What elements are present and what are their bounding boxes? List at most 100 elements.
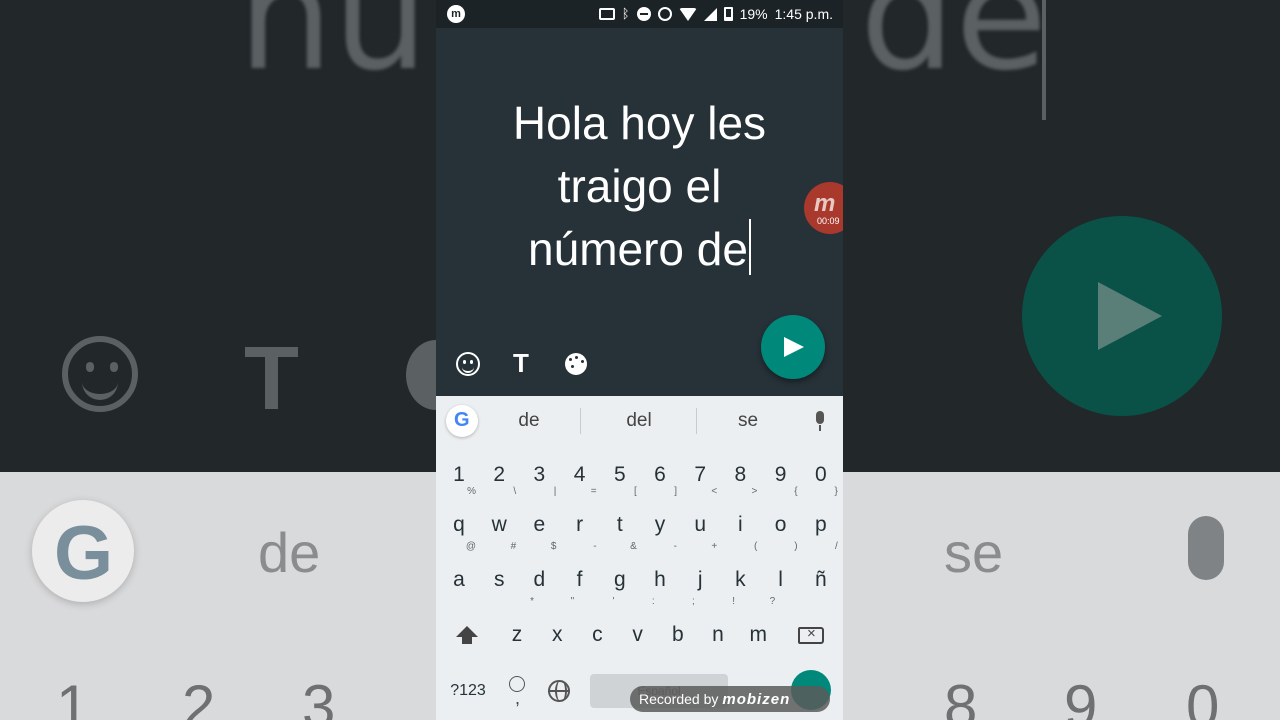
key-hint: <: [711, 486, 718, 497]
key-label: z: [511, 623, 523, 646]
key-label: 2: [493, 463, 506, 486]
key-label: s: [493, 568, 505, 591]
bg-cursor: [1042, 0, 1046, 120]
key-label: t: [616, 513, 623, 536]
key[interactable]: m?: [738, 597, 778, 660]
key-hint: +: [711, 541, 718, 552]
send-icon: [784, 337, 804, 357]
key-label: a: [453, 568, 465, 591]
suggestion-divider: [580, 408, 581, 434]
key-label: i: [738, 513, 743, 536]
key-label: b: [671, 623, 684, 646]
send-button[interactable]: [761, 315, 825, 379]
backspace-key[interactable]: ×: [798, 625, 824, 644]
key[interactable]: c ': [577, 597, 617, 660]
key-hint: !: [732, 596, 735, 607]
battery-icon: [723, 7, 733, 21]
key-label: 3: [533, 463, 546, 486]
bg-text-right: de: [860, 0, 1048, 104]
key[interactable]: ñ /: [801, 542, 841, 605]
status-bar: m ᛒ 19% 1:45 p.m.: [436, 0, 843, 28]
watermark-brand: mobizen: [722, 691, 791, 708]
key-hint: >: [751, 486, 758, 497]
key-hint: ): [794, 541, 798, 552]
comma-key[interactable]: ,: [515, 688, 520, 709]
key-label: p: [814, 513, 827, 536]
key-hint: -: [673, 541, 677, 552]
key-hint: /: [835, 541, 838, 552]
key-label: x: [551, 623, 563, 646]
bg-mic-icon: [1188, 516, 1224, 580]
key-hint: |: [553, 486, 557, 497]
key[interactable]: z *: [497, 597, 537, 660]
emoji-icon[interactable]: [456, 352, 480, 376]
suggestion-2[interactable]: del: [612, 410, 666, 432]
key[interactable]: v:: [618, 597, 658, 660]
key-label: c: [592, 623, 603, 646]
key-label: u: [694, 513, 707, 536]
google-button[interactable]: G: [446, 405, 478, 437]
text-cursor: [748, 219, 751, 275]
key-label: 1: [453, 463, 465, 486]
key-label: 5: [613, 463, 626, 486]
key[interactable]: l): [761, 542, 801, 605]
key[interactable]: j +: [680, 542, 720, 605]
bg-suggestion-right: se: [944, 521, 1004, 584]
symbols-key[interactable]: ?123: [446, 666, 490, 716]
suggestion-divider: [696, 408, 697, 434]
google-icon: G: [454, 409, 470, 431]
key[interactable]: f-: [560, 542, 600, 605]
key[interactable]: s #: [479, 542, 519, 605]
bg-digit: 8: [944, 673, 978, 720]
bg-text-tool-icon: T: [244, 329, 299, 429]
text-style-button[interactable]: T: [513, 348, 529, 379]
shift-key[interactable]: [456, 626, 478, 646]
key-label: n: [712, 623, 724, 646]
suggestion-1[interactable]: de: [502, 410, 556, 432]
key[interactable]: a @: [439, 542, 479, 605]
key[interactable]: n!: [698, 597, 738, 660]
key-hint: }: [834, 486, 838, 497]
bg-google-letter: G: [54, 511, 114, 596]
message-line-3-text: número de: [528, 223, 748, 275]
status-text-input[interactable]: Hola hoy les traigo el número de: [436, 92, 843, 281]
bg-digit: 1: [56, 673, 90, 720]
key-label: 8: [734, 463, 747, 486]
key-label: ñ: [814, 568, 827, 591]
key-label: 4: [573, 463, 586, 486]
key[interactable]: b;: [658, 597, 698, 660]
wifi-icon: [678, 7, 697, 21]
recording-timer: 00:09: [817, 216, 840, 226]
bg-emoji-icon: [62, 336, 138, 412]
do-not-disturb-icon: [636, 7, 651, 21]
key-hint: $: [550, 541, 557, 552]
key-hint: @: [465, 541, 476, 552]
bg-text-left: nú: [238, 0, 429, 104]
key[interactable]: k(: [720, 542, 760, 605]
key-hint: ?: [769, 596, 776, 607]
clock: 1:45 p.m.: [774, 6, 833, 22]
key[interactable]: x ": [537, 597, 577, 660]
key-hint: ': [612, 596, 615, 607]
battery-percent: 19%: [739, 6, 768, 22]
key-hint: -: [593, 541, 597, 552]
letter-row-1: q% w \ e | r = t [y] u < i > o {p}: [436, 487, 843, 550]
bg-digit: 9: [1064, 673, 1098, 720]
message-line-3: número de: [436, 218, 843, 281]
key-hint: ]: [674, 486, 677, 497]
key-label: h: [654, 568, 666, 591]
globe-icon[interactable]: [548, 680, 570, 702]
key[interactable]: d $: [519, 542, 559, 605]
bg-suggestion-left: de: [258, 521, 321, 584]
palette-icon[interactable]: [565, 353, 587, 375]
key-label: d: [533, 568, 546, 591]
key-label: 0: [814, 463, 827, 486]
suggestion-bar: G de del se: [436, 396, 843, 446]
suggestion-3[interactable]: se: [721, 410, 775, 432]
mic-icon[interactable]: [814, 411, 826, 431]
key-hint: *: [530, 596, 534, 607]
key-label: j: [697, 568, 703, 591]
key-hint: ;: [692, 596, 695, 607]
key[interactable]: h-: [640, 542, 680, 605]
key[interactable]: g &: [600, 542, 640, 605]
